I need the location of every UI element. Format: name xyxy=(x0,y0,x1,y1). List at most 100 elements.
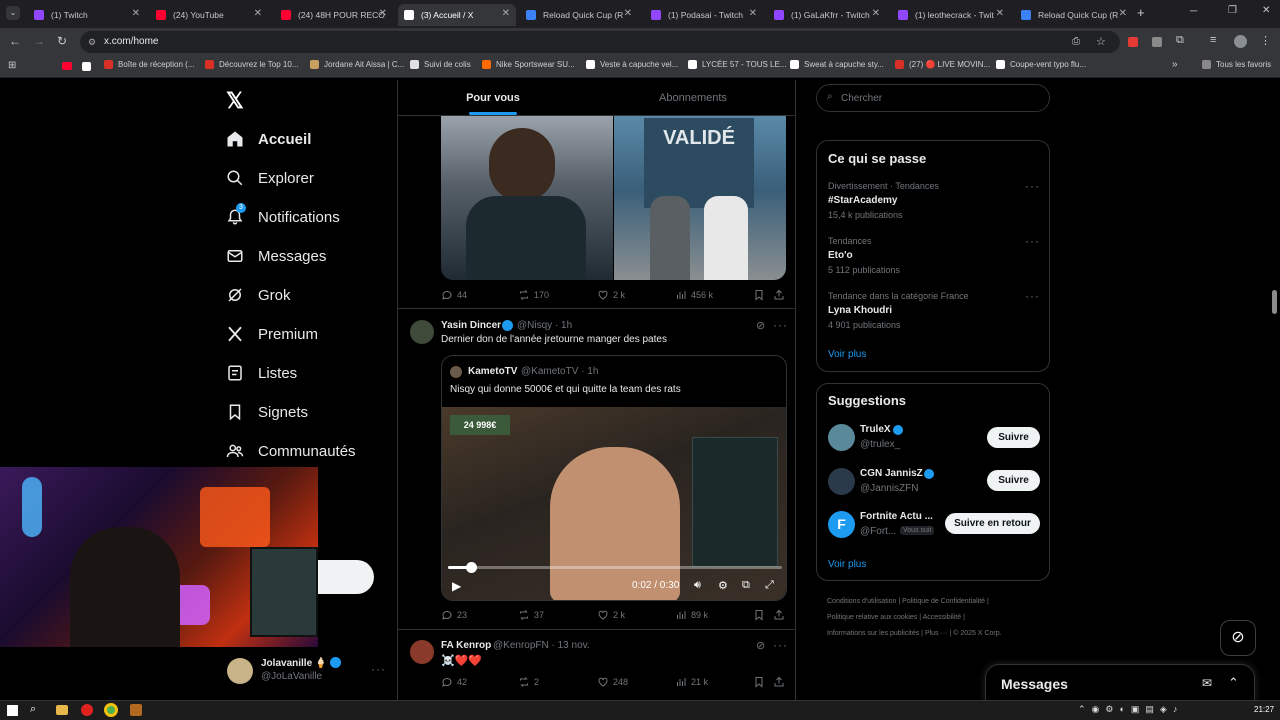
suggestion-name[interactable]: TrulеX xyxy=(860,424,891,435)
nav-premium[interactable]: Premium xyxy=(226,325,318,343)
trend-item[interactable]: Divertissement · Tendances #StarAcademy … xyxy=(828,179,1040,220)
browser-tab[interactable]: (1) Twitch ✕ xyxy=(28,4,146,26)
browser-tab[interactable]: (24) YouTube ✕ xyxy=(150,4,268,26)
footer-link[interactable]: Politique relative aux cookies xyxy=(827,614,917,621)
tab-close-icon[interactable]: ✕ xyxy=(254,8,262,19)
share-button[interactable] xyxy=(773,676,789,688)
reply-button[interactable]: 42 xyxy=(441,676,467,688)
like-button[interactable]: 2 k xyxy=(597,609,625,621)
play-icon[interactable]: ▶ xyxy=(452,579,461,593)
views-button[interactable]: 21 k xyxy=(675,676,708,688)
bookmark-item[interactable]: (27) 🔴 LIVE MOVIN... xyxy=(895,60,990,69)
bookmark-item[interactable]: Nike Sportswear SU... xyxy=(482,60,575,69)
page-scrollbar[interactable] xyxy=(1272,290,1277,314)
tab-search-icon[interactable]: ⌄ xyxy=(6,6,20,20)
bookmark-button[interactable] xyxy=(753,676,769,688)
video-player[interactable]: 24 998€ ▶ 0:02 / 0:30 🔊︎ ⚙ ⧉ ⤢ xyxy=(442,407,786,600)
close-window-icon[interactable]: ✕ xyxy=(1262,5,1270,16)
browser-tab[interactable]: (3) Accueil / X ✕ xyxy=(398,4,516,26)
repost-button[interactable]: 37 xyxy=(518,609,544,621)
reply-button[interactable]: 23 xyxy=(441,609,467,621)
reply-button[interactable]: 44 xyxy=(441,289,467,301)
tab-following[interactable]: Abonnements xyxy=(598,80,788,116)
nav-communities[interactable]: Communautés xyxy=(226,442,356,460)
install-icon[interactable]: ⎙ xyxy=(1072,31,1080,53)
bookmark-item[interactable]: Coupe-vent typo flu... xyxy=(996,60,1086,69)
extension-icon-red[interactable] xyxy=(1128,37,1138,47)
browser-tab[interactable]: (1) GaLaKfrr - Twitch ✕ xyxy=(768,4,886,26)
browser-tab[interactable]: (24) 48H POUR RECO ✕ xyxy=(275,4,393,26)
file-explorer-icon[interactable] xyxy=(56,705,68,715)
opera-icon[interactable] xyxy=(81,704,93,716)
browser-tab[interactable]: Reload Quick Cup (R ✕ xyxy=(1015,4,1133,26)
site-info-icon[interactable]: ⚙ xyxy=(88,31,96,53)
tab-close-icon[interactable]: ✕ xyxy=(132,8,140,19)
maximize-icon[interactable]: ❐ xyxy=(1228,5,1237,16)
all-bookmarks[interactable]: Tous les favoris xyxy=(1202,60,1271,69)
post-author[interactable]: FA Kenrop xyxy=(441,640,491,651)
bookmark-button[interactable] xyxy=(753,609,769,621)
footer-link[interactable]: Informations sur les publicités xyxy=(827,630,919,637)
follow-button[interactable]: Suivre xyxy=(987,470,1040,491)
tab-close-icon[interactable]: ✕ xyxy=(749,8,757,19)
nav-messages[interactable]: Messages xyxy=(226,247,326,265)
bookmarks-overflow-icon[interactable]: » xyxy=(1172,59,1178,70)
extensions-puzzle-icon[interactable]: ⧉ xyxy=(1176,34,1184,47)
grok-post-icon[interactable]: ⊘ xyxy=(756,319,765,332)
trend-more-icon[interactable]: ··· xyxy=(1025,289,1040,303)
new-message-icon[interactable]: ✉ xyxy=(1202,676,1212,690)
trend-more-icon[interactable]: ··· xyxy=(1025,179,1040,193)
browser-tab[interactable]: (1) Podasai - Twitch ✕ xyxy=(645,4,763,26)
tab-close-icon[interactable]: ✕ xyxy=(1119,8,1127,19)
footer-link[interactable]: Politique de Confidentialité xyxy=(902,598,985,605)
settings-icon[interactable]: ⚙ xyxy=(718,579,728,592)
expand-icon[interactable]: ⌃ xyxy=(1228,675,1239,691)
account-menu-icon[interactable]: ··· xyxy=(371,662,386,676)
x-logo-icon[interactable]: 𝕏 xyxy=(226,88,244,114)
footer-link[interactable]: Conditions d'utilisation xyxy=(827,598,896,605)
browser-tab[interactable]: (1) leothecrack - Twit ✕ xyxy=(892,4,1010,26)
windows-start-icon[interactable] xyxy=(7,705,18,716)
tab-close-icon[interactable]: ✕ xyxy=(624,8,632,19)
grok-post-icon[interactable]: ⊘ xyxy=(756,639,765,652)
tab-close-icon[interactable]: ✕ xyxy=(502,8,510,19)
post-more-icon[interactable]: ··· xyxy=(773,638,788,652)
suggestion-avatar[interactable]: F xyxy=(828,511,855,538)
volume-icon[interactable]: 🔊︎ xyxy=(694,579,701,592)
taskbar-search-icon[interactable]: ⌕ xyxy=(30,703,36,716)
quoted-post[interactable]: KametoTV @KametoTV · 1h Nisqy qui donne … xyxy=(441,355,787,601)
bookmark-button[interactable] xyxy=(753,289,769,301)
share-button[interactable] xyxy=(773,289,789,301)
fullscreen-icon[interactable]: ⤢ xyxy=(765,579,774,592)
url-field[interactable]: ⚙ x.com/home ⎙ ☆ xyxy=(80,31,1120,53)
follow-back-button[interactable]: Suivre en retour xyxy=(945,513,1040,534)
nav-lists[interactable]: Listes xyxy=(226,364,297,382)
post-avatar[interactable] xyxy=(410,320,434,344)
star-icon[interactable]: ☆ xyxy=(1096,31,1106,53)
nav-grok[interactable]: Grok xyxy=(226,286,291,304)
footer-link[interactable]: Accessibilité xyxy=(923,614,962,621)
like-button[interactable]: 2 k xyxy=(597,289,625,301)
suggestions-show-more[interactable]: Voir plus xyxy=(828,559,866,570)
new-tab-button[interactable]: + xyxy=(1137,5,1145,20)
grok-floating-button[interactable]: ⊘ xyxy=(1220,620,1256,656)
trend-item[interactable]: Tendances Eto'o 5 112 publications ··· xyxy=(828,234,1040,275)
bookmark-item[interactable]: Sweat à capuche sty... xyxy=(790,60,884,69)
chrome-icon[interactable] xyxy=(104,703,118,717)
extension-icon-grey[interactable] xyxy=(1152,37,1162,47)
share-button[interactable] xyxy=(773,609,789,621)
bookmark-item[interactable]: Boîte de réception (... xyxy=(104,60,195,69)
footer-link[interactable]: Plus ··· xyxy=(925,630,948,637)
post-image-1[interactable] xyxy=(441,116,613,280)
post-more-icon[interactable]: ··· xyxy=(773,318,788,332)
minimize-icon[interactable]: ─ xyxy=(1190,6,1197,17)
video-progress-knob[interactable] xyxy=(466,562,478,573)
suggestion-name[interactable]: CGN JannisZ xyxy=(860,468,923,479)
suggestion-avatar[interactable] xyxy=(828,468,855,495)
bookmark-item[interactable]: Veste à capuche vel... xyxy=(586,60,678,69)
bookmark-google-icon[interactable] xyxy=(82,62,91,71)
app-icon[interactable] xyxy=(130,704,142,716)
video-progress-track[interactable] xyxy=(448,566,782,569)
nav-notifications[interactable]: Notifications 3 xyxy=(226,203,340,226)
post-handle[interactable]: @KenropFN · 13 nov. xyxy=(493,640,590,651)
